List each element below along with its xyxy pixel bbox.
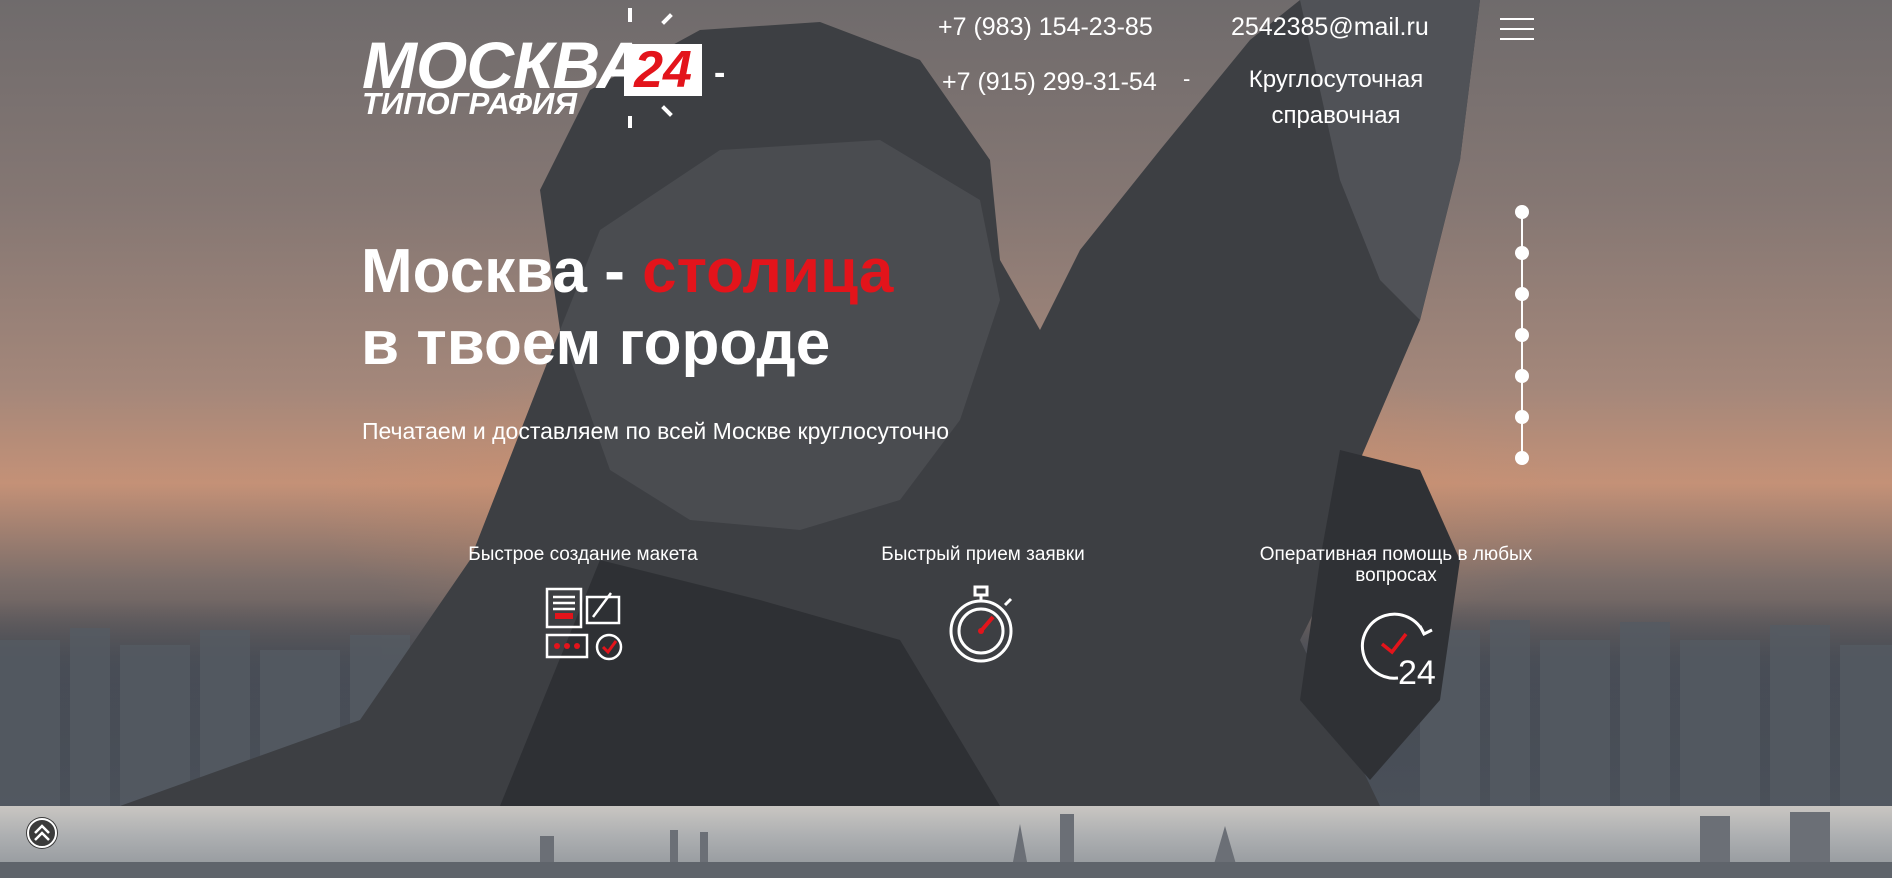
feature-label: Быстрое создание макета: [468, 544, 698, 565]
slider-dot-6[interactable]: [1515, 410, 1529, 424]
slider-dot-3[interactable]: [1515, 287, 1529, 301]
phone-link-1[interactable]: +7 (983) 154-23-85: [938, 13, 1153, 42]
email-link[interactable]: 2542385@mail.ru: [1231, 13, 1429, 42]
support-line-2: справочная: [1271, 102, 1401, 129]
slider-dot-7[interactable]: [1515, 451, 1529, 465]
slider-dot-2[interactable]: [1515, 246, 1529, 260]
slider-dot-4[interactable]: [1515, 328, 1529, 342]
hero-subtitle: Печатаем и доставляем по всей Москве кру…: [362, 418, 949, 444]
skyline-image: [0, 812, 1892, 878]
svg-text:24: 24: [1398, 654, 1436, 688]
hero-title-line2: в твоем городе: [361, 309, 831, 378]
clock-24-icon: 24: [1360, 612, 1436, 688]
sculpture-background-image: [0, 0, 1892, 806]
site-logo[interactable]: МОСКВА 24 - ТИПОГРАФИЯ: [362, 8, 742, 128]
slider-dot-1[interactable]: [1515, 205, 1529, 219]
hero-title: Москва - столица в твоем городе: [361, 236, 893, 380]
documents-pencil-icon: [545, 587, 623, 661]
hamburger-menu-icon[interactable]: [1500, 18, 1534, 46]
stopwatch-icon: [949, 585, 1013, 663]
next-section-preview: [0, 806, 1892, 878]
logo-dash: -: [714, 54, 726, 92]
double-chevron-up-icon: [27, 818, 57, 848]
support-line-1: Круглосуточная: [1248, 66, 1424, 93]
feature-fast-order: Быстрый прием заявки: [833, 544, 1133, 667]
hero-title-part1: Москва -: [361, 237, 643, 306]
scroll-to-top-button[interactable]: [26, 817, 58, 849]
feature-label: Быстрый прием заявки: [881, 544, 1085, 565]
slider-dot-5[interactable]: [1515, 369, 1529, 383]
hero-banner: [0, 0, 1892, 806]
support-label: Круглосуточная справочная: [1212, 62, 1460, 134]
hero-title-accent: столица: [642, 237, 894, 306]
feature-fast-help: Оперативная помощь в любых вопросах 24: [1246, 544, 1546, 688]
slider-pagination: [1514, 205, 1530, 467]
logo-rays-icon: [628, 8, 673, 128]
feature-fast-layout: Быстрое создание макета: [433, 544, 733, 663]
contact-separator: -: [1183, 66, 1191, 91]
phone-link-2[interactable]: +7 (915) 299-31-54: [942, 68, 1157, 97]
feature-label: Оперативная помощь в любых вопросах: [1259, 544, 1533, 586]
logo-subtitle: ТИПОГРАФИЯ: [362, 86, 577, 121]
